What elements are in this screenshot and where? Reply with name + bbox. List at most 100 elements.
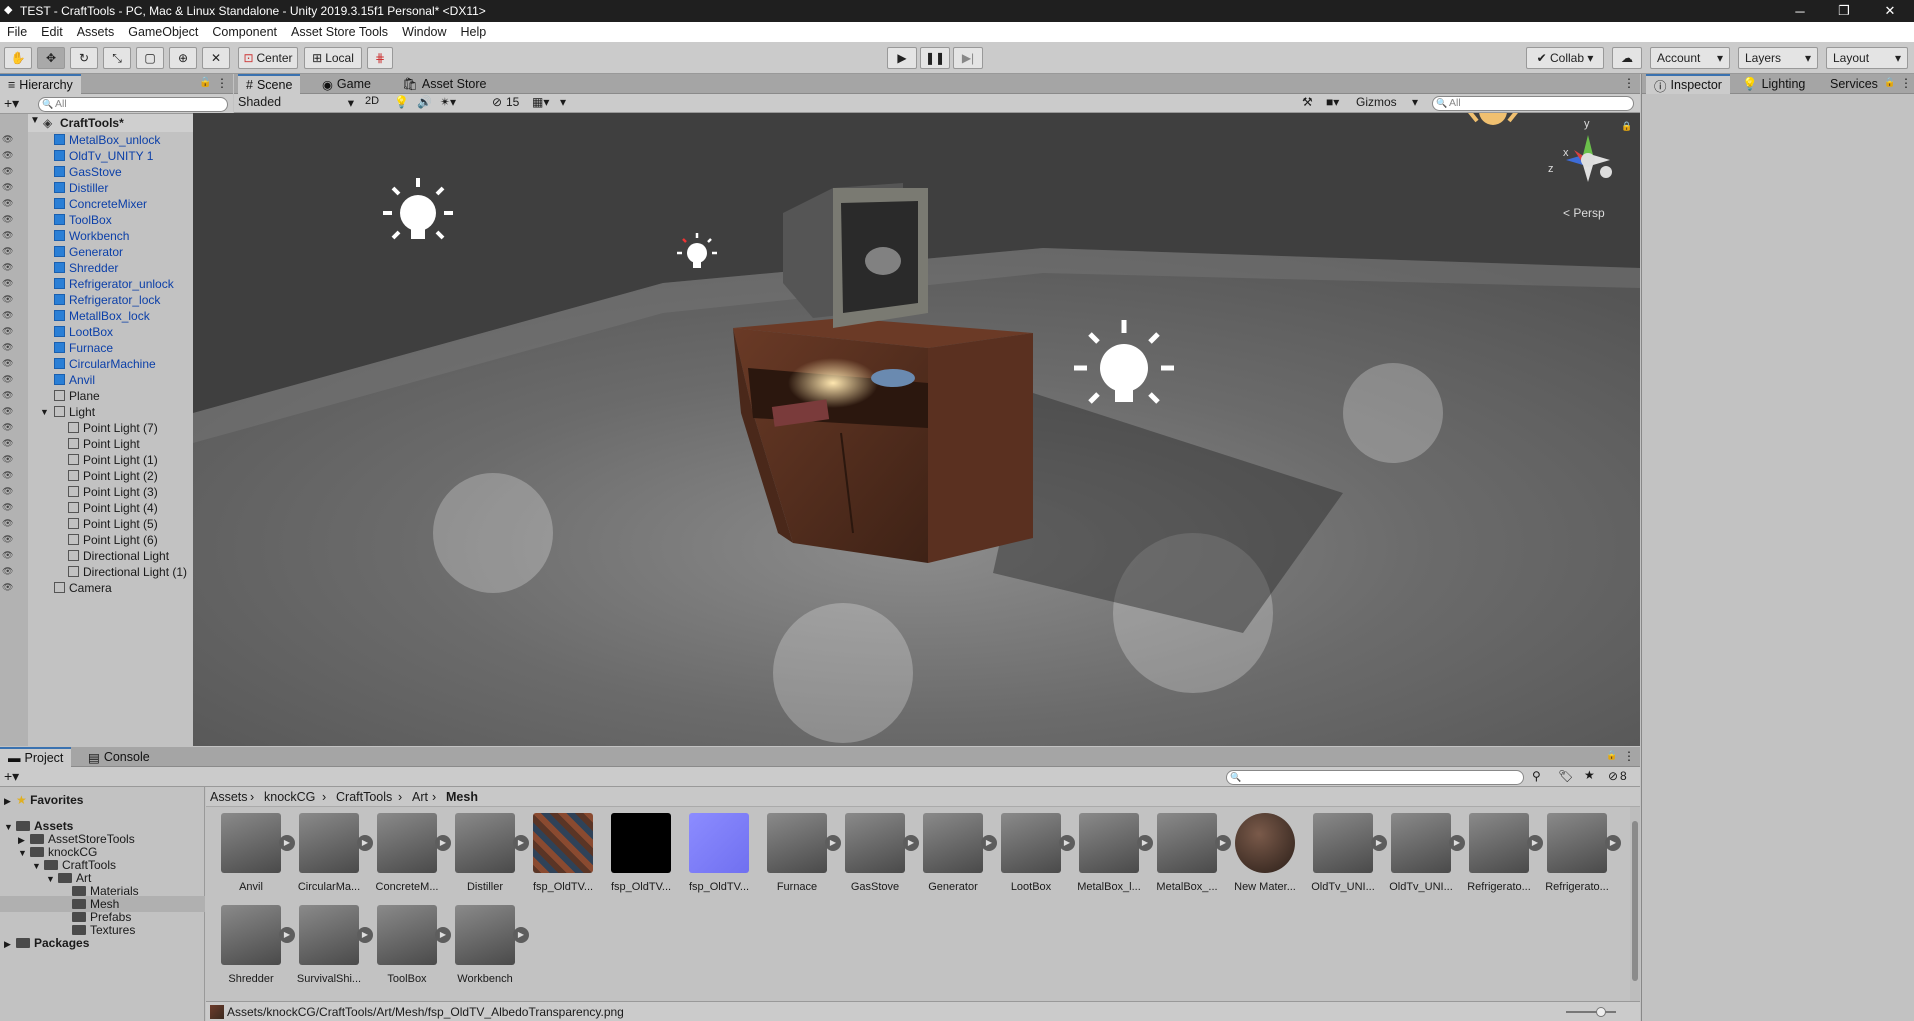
collab-button[interactable]: ✔ Collab ▾ bbox=[1526, 47, 1604, 69]
tab-hierarchy[interactable]: ≡ Hierarchy bbox=[0, 74, 81, 94]
visibility-eye-icon[interactable]: 👁 bbox=[2, 278, 16, 290]
hierarchy-search-input[interactable]: All bbox=[38, 97, 228, 112]
hidden-packages-icon[interactable]: ⊘ bbox=[1608, 769, 1618, 783]
asset-item[interactable]: ▶ CircularMa... bbox=[294, 813, 373, 893]
tab-game[interactable]: ◉ Game bbox=[314, 74, 379, 94]
expand-asset-icon[interactable]: ▶ bbox=[825, 835, 841, 851]
snap-button[interactable]: ⋕ bbox=[367, 47, 393, 69]
step-button[interactable]: ▶| bbox=[953, 47, 983, 69]
visibility-eye-icon[interactable]: 👁 bbox=[2, 454, 16, 466]
lock-icon[interactable]: 🔒 bbox=[1621, 121, 1632, 132]
asset-item[interactable]: ▶ MetalBox_l... bbox=[1074, 813, 1153, 893]
asset-item[interactable]: ▶ Refrigerato... bbox=[1464, 813, 1543, 893]
projection-toggle[interactable]: < Persp bbox=[1563, 206, 1605, 220]
project-search-input[interactable] bbox=[1226, 770, 1524, 785]
grid-toggle-icon[interactable]: ▦▾ bbox=[532, 95, 549, 109]
scrollbar-thumb[interactable] bbox=[1632, 821, 1638, 981]
project-folder-item[interactable]: ▶ Packages bbox=[0, 935, 205, 951]
breadcrumb-item[interactable]: Art bbox=[412, 790, 428, 804]
asset-item[interactable]: ▶ Generator bbox=[918, 813, 997, 893]
minimize-button[interactable]: ─ bbox=[1778, 0, 1822, 22]
asset-item[interactable]: ▶ Shredder bbox=[216, 905, 295, 985]
visibility-eye-icon[interactable]: 👁 bbox=[2, 134, 16, 146]
expand-asset-icon[interactable]: ▶ bbox=[981, 835, 997, 851]
visibility-eye-icon[interactable]: 👁 bbox=[2, 326, 16, 338]
visibility-eye-icon[interactable]: 👁 bbox=[2, 182, 16, 194]
asset-item[interactable]: fsp_OldTV... bbox=[528, 813, 598, 893]
asset-scrollbar[interactable] bbox=[1630, 807, 1640, 1001]
expand-asset-icon[interactable]: ▶ bbox=[1527, 835, 1543, 851]
filter-label-icon[interactable]: 🏷 bbox=[1558, 769, 1573, 783]
visibility-eye-icon[interactable]: 👁 bbox=[2, 166, 16, 178]
expand-arrow-icon[interactable]: ▶ bbox=[4, 793, 16, 809]
scene-search-input[interactable]: All bbox=[1432, 96, 1634, 111]
menu-kebab-icon[interactable]: ⋮ bbox=[1623, 76, 1635, 90]
2d-toggle[interactable]: 2D bbox=[360, 95, 384, 111]
asset-item[interactable]: ▶ Workbench bbox=[450, 905, 529, 985]
menu-window[interactable]: Window bbox=[395, 25, 453, 39]
create-button[interactable]: +▾ bbox=[4, 768, 19, 785]
custom-tool-button[interactable]: ✕ bbox=[202, 47, 230, 69]
expand-asset-icon[interactable]: ▶ bbox=[1215, 835, 1231, 851]
expand-asset-icon[interactable]: ▶ bbox=[357, 927, 373, 943]
breadcrumb-item[interactable]: Assets bbox=[210, 790, 248, 804]
visibility-eye-icon[interactable]: 👁 bbox=[2, 502, 16, 514]
asset-item[interactable]: ▶ Distiller bbox=[450, 813, 529, 893]
asset-item[interactable]: ▶ MetalBox_... bbox=[1152, 813, 1231, 893]
close-button[interactable]: ✕ bbox=[1868, 0, 1912, 22]
expand-asset-icon[interactable]: ▶ bbox=[1059, 835, 1075, 851]
expand-asset-icon[interactable]: ▶ bbox=[513, 927, 529, 943]
expand-arrow-icon[interactable]: ▼ bbox=[30, 115, 40, 126]
menu-asset-store-tools[interactable]: Asset Store Tools bbox=[284, 25, 395, 39]
expand-asset-icon[interactable]: ▶ bbox=[435, 835, 451, 851]
visibility-eye-icon[interactable]: 👁 bbox=[2, 310, 16, 322]
expand-asset-icon[interactable]: ▶ bbox=[357, 835, 373, 851]
breadcrumb-item[interactable]: Mesh bbox=[446, 790, 478, 804]
visibility-eye-icon[interactable]: 👁 bbox=[2, 566, 16, 578]
visibility-eye-icon[interactable]: 👁 bbox=[2, 582, 16, 594]
expand-asset-icon[interactable]: ▶ bbox=[1605, 835, 1621, 851]
visibility-eye-icon[interactable]: 👁 bbox=[2, 406, 16, 418]
tools-icon[interactable]: ⚒ bbox=[1302, 95, 1313, 109]
rect-tool-button[interactable]: ▢ bbox=[136, 47, 164, 69]
asset-item[interactable]: ▶ Furnace bbox=[762, 813, 841, 893]
pivot-center-button[interactable]: ⊡ Center bbox=[238, 47, 298, 69]
audio-toggle-icon[interactable]: 🔊 bbox=[417, 95, 432, 109]
hidden-objects-icon[interactable]: ⊘ bbox=[492, 95, 502, 109]
expand-asset-icon[interactable]: ▶ bbox=[1137, 835, 1153, 851]
tab-inspector[interactable]: ⓘ Inspector bbox=[1646, 74, 1730, 94]
asset-item[interactable]: ▶ OldTv_UNI... bbox=[1386, 813, 1465, 893]
maximize-button[interactable]: ❐ bbox=[1822, 0, 1866, 22]
tab-lighting[interactable]: 💡 Lighting bbox=[1734, 74, 1813, 94]
layers-dropdown[interactable]: Layers ▾ bbox=[1738, 47, 1818, 69]
account-dropdown[interactable]: Account ▾ bbox=[1650, 47, 1730, 69]
menu-assets[interactable]: Assets bbox=[70, 25, 122, 39]
expand-arrow-icon[interactable]: ▼ bbox=[40, 404, 49, 420]
menu-kebab-icon[interactable]: ⋮ bbox=[216, 76, 228, 90]
menu-kebab-icon[interactable]: ⋮ bbox=[1623, 749, 1635, 763]
lighting-toggle-icon[interactable]: 💡 bbox=[394, 95, 409, 109]
asset-item[interactable]: ▶ Anvil bbox=[216, 813, 295, 893]
scale-tool-button[interactable]: ⤡ bbox=[103, 47, 131, 69]
pivot-local-button[interactable]: ⊞ Local bbox=[304, 47, 362, 69]
asset-item[interactable]: ▶ LootBox bbox=[996, 813, 1075, 893]
rotate-tool-button[interactable]: ↻ bbox=[70, 47, 98, 69]
tab-asset-store[interactable]: 🛍 Asset Store bbox=[394, 74, 495, 94]
menu-help[interactable]: Help bbox=[454, 25, 494, 39]
expand-asset-icon[interactable]: ▶ bbox=[435, 927, 451, 943]
visibility-eye-icon[interactable]: 👁 bbox=[2, 262, 16, 274]
expand-asset-icon[interactable]: ▶ bbox=[1449, 835, 1465, 851]
asset-item[interactable]: ▶ Refrigerato... bbox=[1542, 813, 1621, 893]
visibility-eye-icon[interactable]: 👁 bbox=[2, 550, 16, 562]
effects-toggle-icon[interactable]: ✴▾ bbox=[440, 95, 456, 109]
asset-item[interactable]: New Mater... bbox=[1230, 813, 1300, 893]
visibility-eye-icon[interactable]: 👁 bbox=[2, 342, 16, 354]
visibility-eye-icon[interactable]: 👁 bbox=[2, 422, 16, 434]
visibility-eye-icon[interactable]: 👁 bbox=[2, 534, 16, 546]
visibility-eye-icon[interactable]: 👁 bbox=[2, 198, 16, 210]
visibility-eye-icon[interactable]: 👁 bbox=[2, 358, 16, 370]
tab-console[interactable]: ▤ Console bbox=[80, 747, 158, 767]
breadcrumb-item[interactable]: CraftTools bbox=[336, 790, 392, 804]
lock-icon[interactable]: 🔒 bbox=[1606, 750, 1617, 761]
tab-services[interactable]: Services bbox=[1822, 74, 1886, 94]
